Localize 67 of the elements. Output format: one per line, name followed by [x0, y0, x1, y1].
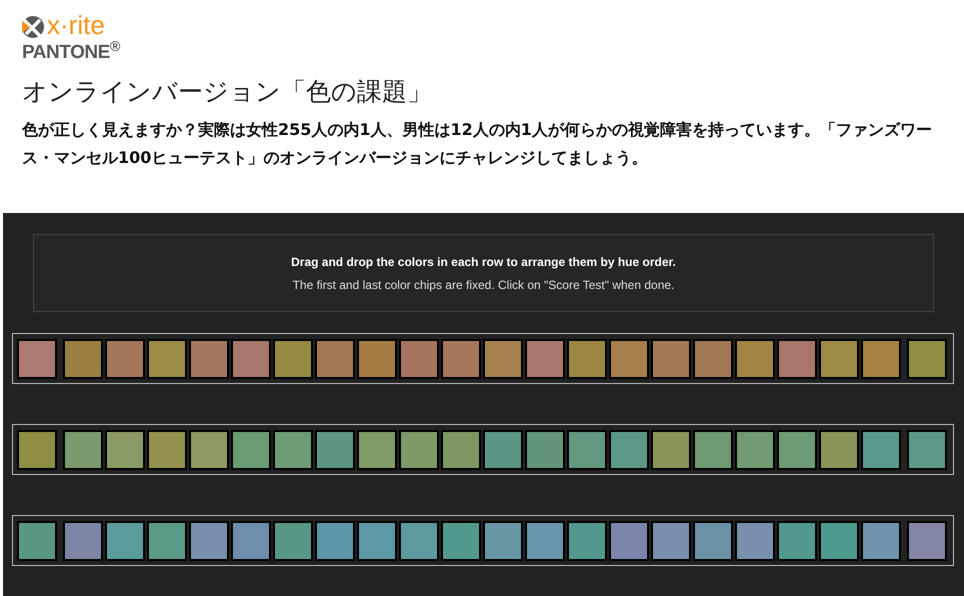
color-chip[interactable]	[63, 430, 103, 470]
color-chip[interactable]	[189, 520, 229, 560]
color-chip[interactable]	[231, 430, 271, 470]
color-chip[interactable]	[441, 338, 481, 378]
brand-name: PANTONE$^{®}$	[22, 42, 122, 64]
color-chip[interactable]	[273, 520, 313, 560]
color-chip[interactable]	[525, 520, 565, 560]
color-chip[interactable]	[63, 338, 103, 378]
color-chip[interactable]	[651, 338, 691, 378]
color-chip[interactable]	[693, 338, 733, 378]
color-chip[interactable]	[357, 338, 397, 378]
color-chip[interactable]	[105, 520, 145, 560]
page-title: オンラインバージョン「色の課題」	[22, 76, 433, 108]
color-chip[interactable]	[651, 520, 691, 560]
color-chip[interactable]	[567, 430, 607, 470]
color-chip[interactable]	[777, 338, 817, 378]
color-chip[interactable]	[651, 430, 691, 470]
color-chip[interactable]	[105, 338, 145, 378]
color-chip[interactable]	[819, 338, 859, 378]
logo-wordmark: x·rite	[47, 12, 105, 38]
color-chip[interactable]	[861, 338, 901, 378]
color-chip[interactable]	[819, 520, 859, 560]
color-chip[interactable]	[525, 338, 565, 378]
color-chip[interactable]	[777, 430, 817, 470]
color-chip[interactable]	[861, 430, 901, 470]
color-chip[interactable]	[399, 520, 439, 560]
color-chip[interactable]	[735, 338, 775, 378]
color-chip[interactable]	[231, 520, 271, 560]
color-chip[interactable]	[567, 520, 607, 560]
color-chip[interactable]	[63, 520, 103, 560]
color-chip[interactable]	[147, 338, 187, 378]
color-chip[interactable]	[357, 520, 397, 560]
instructions-note: The first and last color chips are fixed. Click on "Score Test" when done.	[292, 277, 674, 294]
color-chip[interactable]	[357, 430, 397, 470]
color-chip[interactable]	[231, 338, 271, 378]
color-chip[interactable]	[399, 338, 439, 378]
color-chip[interactable]	[105, 430, 145, 470]
color-chip[interactable]	[483, 338, 523, 378]
color-chip[interactable]	[819, 430, 859, 470]
color-chip[interactable]	[609, 430, 649, 470]
intro-paragraph: 色が正しく見えますか？実際は女性255人の内1人、男性は12人の内1人が何らかの視覚障害を持っています。「ファンズワース・マンセル100ヒューテスト」のオンラインバージョンにチャレンジしてましょう。	[22, 119, 933, 169]
color-chip[interactable]	[441, 430, 481, 470]
color-chip[interactable]	[609, 338, 649, 378]
color-chip[interactable]	[693, 520, 733, 560]
color-chip[interactable]	[189, 430, 229, 470]
color-chip[interactable]	[315, 338, 355, 378]
color-chip[interactable]	[861, 520, 901, 560]
color-chip[interactable]	[693, 430, 733, 470]
color-chip[interactable]	[315, 430, 355, 470]
color-chip[interactable]	[735, 430, 775, 470]
color-chip[interactable]	[315, 520, 355, 560]
color-chip[interactable]	[147, 520, 187, 560]
color-chip[interactable]	[609, 520, 649, 560]
logo-icon	[22, 16, 44, 38]
instructions-heading: Drag and drop the colors in each row to arrange them by hue order.	[291, 254, 676, 271]
color-chip[interactable]	[399, 430, 439, 470]
color-chip[interactable]	[273, 338, 313, 378]
color-chip[interactable]	[273, 430, 313, 470]
color-chip[interactable]	[147, 430, 187, 470]
color-chip[interactable]	[525, 430, 565, 470]
color-chip[interactable]	[777, 520, 817, 560]
color-chip[interactable]	[189, 338, 229, 378]
color-chip[interactable]	[441, 520, 481, 560]
color-chip[interactable]	[483, 430, 523, 470]
color-chip[interactable]	[735, 520, 775, 560]
color-chip[interactable]	[483, 520, 523, 560]
color-chip[interactable]	[567, 338, 607, 378]
